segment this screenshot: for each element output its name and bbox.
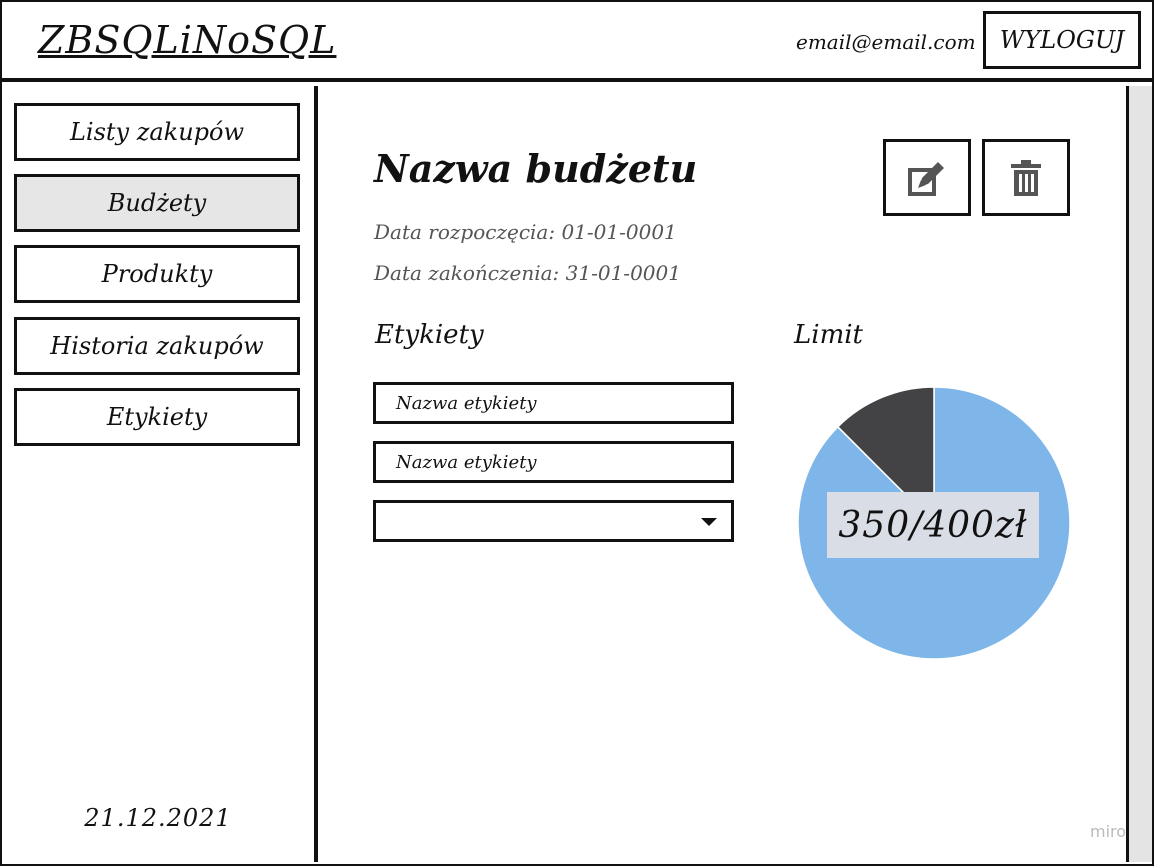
sidebar-item-historia-zakupow[interactable]: Historia zakupów — [14, 317, 300, 375]
app-title[interactable]: ZBSQLiNoSQL — [38, 18, 336, 62]
header: ZBSQLiNoSQL email@email.com WYLOGUJ — [0, 0, 1154, 82]
edit-icon — [908, 161, 944, 196]
sidebar-item-listy-zakupow[interactable]: Listy zakupów — [14, 103, 300, 161]
logout-button[interactable]: WYLOGUJ — [983, 11, 1141, 69]
tag-select[interactable] — [373, 500, 734, 542]
main-content: Nazwa budżetu Data rozpoczęcia: 01-01-00… — [318, 86, 1124, 862]
end-date: Data zakończenia: 31-01-0001 — [374, 261, 681, 285]
page-title: Nazwa budżetu — [374, 146, 698, 191]
edit-button[interactable] — [883, 139, 971, 216]
tag-field[interactable]: Nazwa etykiety — [373, 441, 734, 483]
watermark: miro — [1090, 822, 1127, 841]
tag-field[interactable]: Nazwa etykiety — [373, 382, 734, 424]
user-email: email@email.com — [796, 30, 976, 54]
tags-title: Etykiety — [375, 320, 484, 350]
chart-label: 350/400zł — [827, 492, 1039, 558]
sidebar: Listy zakupów Budżety Produkty Historia … — [2, 86, 318, 862]
current-date: 21.12.2021 — [84, 804, 232, 832]
trash-icon — [1011, 159, 1041, 196]
scrollbar[interactable] — [1126, 86, 1152, 862]
start-date: Data rozpoczęcia: 01-01-0001 — [374, 220, 677, 244]
limit-title: Limit — [794, 320, 863, 350]
sidebar-item-budzety[interactable]: Budżety — [14, 174, 300, 232]
sidebar-item-produkty[interactable]: Produkty — [14, 245, 300, 303]
delete-button[interactable] — [982, 139, 1070, 216]
caret-down-icon — [701, 518, 717, 526]
sidebar-item-etykiety[interactable]: Etykiety — [14, 388, 300, 446]
